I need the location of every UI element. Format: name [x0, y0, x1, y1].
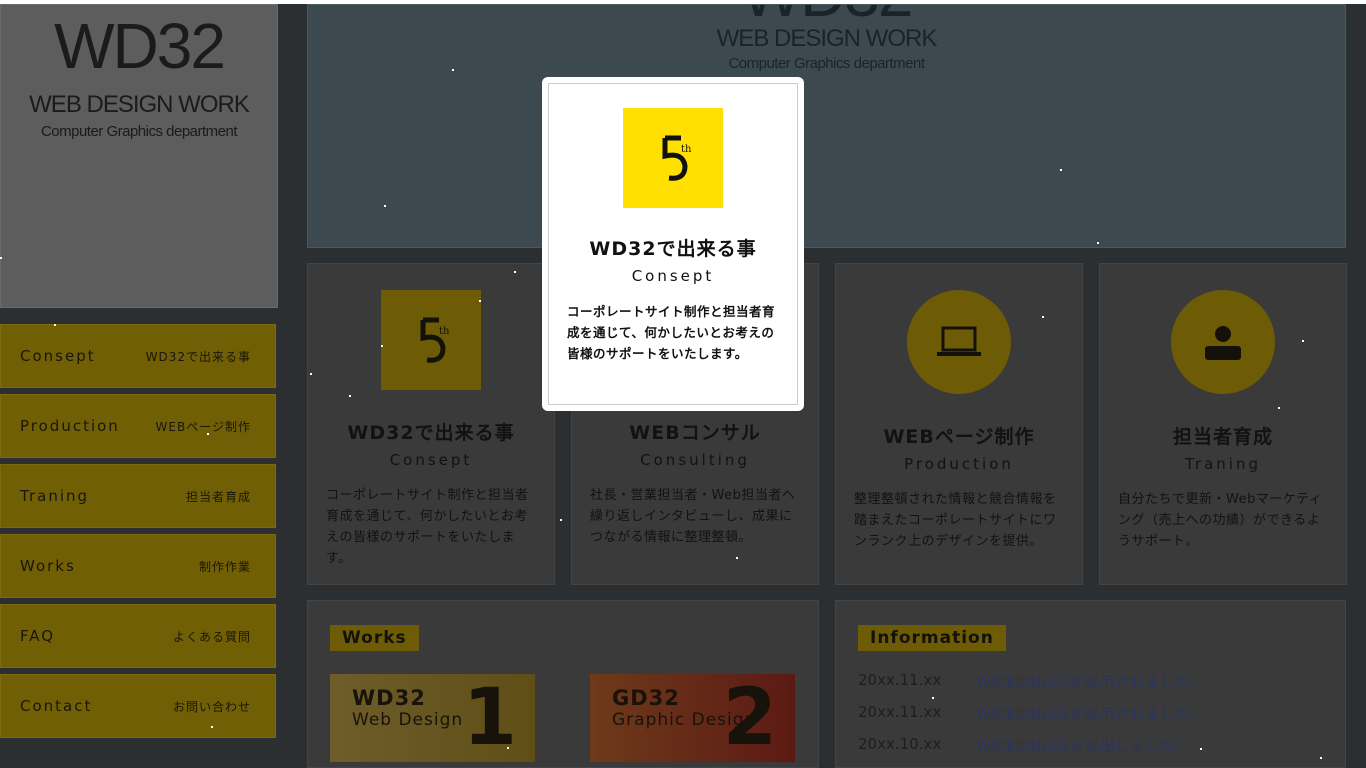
sparkle-dot — [54, 324, 56, 326]
sparkle-dot — [932, 697, 934, 699]
modal-inner: th WD32で出来る事 Consept コーポレートサイト制作と担当者育成を通… — [548, 83, 798, 405]
sparkle-dot — [349, 395, 351, 397]
svg-text:th: th — [681, 144, 692, 155]
modal-subtitle: Consept — [631, 267, 715, 285]
modal-text: コーポレートサイト制作と担当者育成を通じて、何かしたいとお考えの皆様のサポートを… — [567, 304, 776, 361]
sparkle-dot — [507, 747, 509, 749]
sparkle-dot — [1302, 340, 1304, 342]
sparkle-dot — [479, 300, 481, 302]
sparkle-dot — [384, 205, 386, 207]
sparkle-dot — [514, 271, 516, 273]
sparkle-dot — [0, 257, 2, 259]
modal-dialog[interactable]: th WD32で出来る事 Consept コーポレートサイト制作と担当者育成を通… — [542, 77, 804, 411]
sparkle-dot — [211, 726, 213, 728]
sparkle-dot — [1060, 169, 1062, 171]
sparkle-dot — [207, 433, 209, 435]
modal-title: WD32で出来る事 — [589, 238, 757, 260]
sparkle-dot — [381, 345, 383, 347]
sparkle-dot — [310, 373, 312, 375]
sparkle-dot — [1097, 242, 1099, 244]
sparkle-dot — [560, 519, 562, 521]
sparkle-dot — [736, 557, 738, 559]
sparkle-dot — [1278, 407, 1280, 409]
sparkle-dot — [452, 69, 454, 71]
5th-logo-icon: th — [623, 108, 723, 208]
sparkle-dot — [1042, 316, 1044, 318]
sparkle-dot — [1320, 757, 1322, 759]
sparkle-dot — [1200, 748, 1202, 750]
